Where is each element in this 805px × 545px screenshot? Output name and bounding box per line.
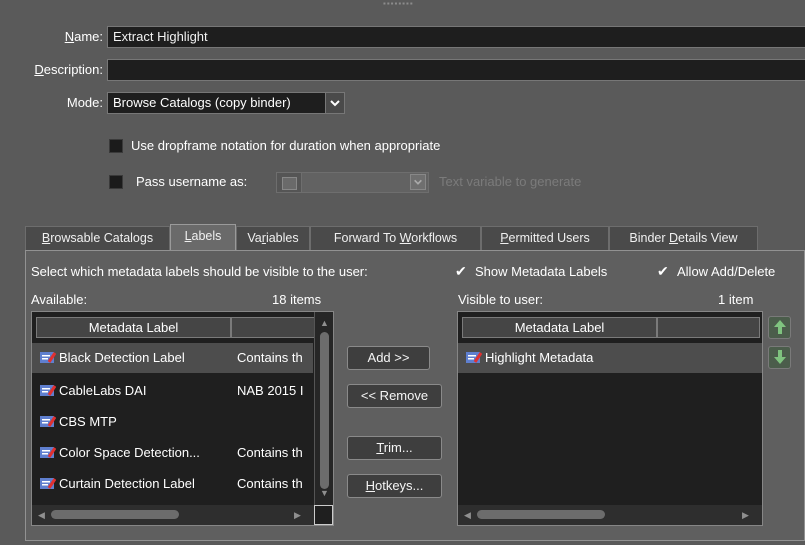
list-item-description: NAB 2015 I xyxy=(237,383,304,398)
move-down-button[interactable] xyxy=(768,346,791,369)
column-header-metadata-label[interactable]: Metadata Label xyxy=(462,317,657,338)
label-icon xyxy=(40,447,56,458)
allow-add-delete-checkbox[interactable]: ✔ xyxy=(657,264,669,278)
tab-binder-details-view[interactable]: Binder Details View xyxy=(609,226,758,250)
allow-add-delete-label: Allow Add/Delete xyxy=(677,264,776,279)
scroll-right-icon[interactable]: ▶ xyxy=(742,510,749,520)
show-metadata-checkbox[interactable]: ✔ xyxy=(455,264,467,278)
label-icon xyxy=(40,385,56,396)
list-item-label: Highlight Metadata xyxy=(485,350,594,365)
name-label: Name: xyxy=(64,29,103,44)
move-up-button[interactable] xyxy=(768,316,791,339)
list-icon xyxy=(282,177,297,190)
list-item-description: Contains th xyxy=(237,350,303,365)
visible-count: 1 item xyxy=(718,292,754,307)
labels-settings-window: { "form": { "name_label": "Name:", "name… xyxy=(0,0,805,545)
add-button[interactable]: Add >> xyxy=(347,346,430,370)
list-item[interactable]: CBS MTP xyxy=(32,407,313,437)
pass-username-checkbox[interactable] xyxy=(109,175,123,189)
show-metadata-label: Show Metadata Labels xyxy=(475,264,608,279)
visible-list[interactable]: Metadata Label Highlight Metadata ◀ ▶ xyxy=(457,311,763,526)
tab-forward-to-workflows[interactable]: Forward To Workflows xyxy=(310,226,481,250)
available-list[interactable]: Metadata Label Black Detection Label Con… xyxy=(31,311,334,526)
text-variable-hint: Text variable to generate xyxy=(439,174,582,189)
dropframe-checkbox[interactable] xyxy=(109,139,123,153)
available-label: Available: xyxy=(31,292,88,307)
scroll-thumb[interactable] xyxy=(477,510,605,519)
scroll-right-icon[interactable]: ▶ xyxy=(294,510,301,520)
mode-select-value: Browse Catalogs (copy binder) xyxy=(113,95,291,110)
tab-variables[interactable]: Variables xyxy=(236,226,310,250)
description-field[interactable] xyxy=(107,59,805,81)
list-item[interactable]: Black Detection Label Contains th xyxy=(32,343,313,373)
scroll-corner xyxy=(314,505,333,525)
column-header-metadata-label[interactable]: Metadata Label xyxy=(36,317,231,338)
visible-label: Visible to user: xyxy=(458,292,544,307)
scroll-thumb[interactable] xyxy=(51,510,179,519)
available-horizontal-scrollbar[interactable]: ◀ ▶ xyxy=(32,505,314,525)
scroll-down-icon[interactable]: ▼ xyxy=(320,488,329,498)
label-icon xyxy=(40,352,56,363)
remove-button[interactable]: << Remove xyxy=(347,384,442,408)
list-item[interactable]: CableLabs DAI NAB 2015 I xyxy=(32,376,313,406)
chevron-down-icon[interactable] xyxy=(410,174,426,190)
list-item-label: Color Space Detection... xyxy=(59,445,200,460)
arrow-up-icon xyxy=(773,320,786,334)
dropframe-label: Use dropframe notation for duration when… xyxy=(131,138,441,153)
label-icon xyxy=(466,352,482,363)
tab-permitted-users[interactable]: Permitted Users xyxy=(481,226,609,250)
list-item-label: Black Detection Label xyxy=(59,350,185,365)
list-item[interactable]: Highlight Metadata xyxy=(458,343,762,373)
list-item-label: CBS MTP xyxy=(59,414,117,429)
variable-type-icon-box[interactable] xyxy=(276,172,302,193)
label-icon xyxy=(40,478,56,489)
instruction-text: Select which metadata labels should be v… xyxy=(31,264,368,279)
variable-select[interactable] xyxy=(301,172,429,193)
list-item[interactable]: Color Space Detection... Contains th xyxy=(32,438,313,468)
scroll-thumb[interactable] xyxy=(320,332,329,489)
chevron-down-icon[interactable] xyxy=(325,93,344,113)
arrow-down-icon xyxy=(773,350,786,364)
available-count: 18 items xyxy=(272,292,322,307)
list-item-description: Contains th xyxy=(237,445,303,460)
scroll-left-icon[interactable]: ◀ xyxy=(464,510,471,520)
mode-select[interactable]: Browse Catalogs (copy binder) xyxy=(107,92,345,114)
trim-button[interactable]: Trim... xyxy=(347,436,442,460)
available-vertical-scrollbar[interactable]: ▲ ▼ xyxy=(314,312,333,505)
scroll-up-icon[interactable]: ▲ xyxy=(320,318,329,328)
column-header-description[interactable] xyxy=(231,317,315,338)
list-item-description: Contains th xyxy=(237,476,303,491)
description-label: Description: xyxy=(34,62,103,77)
list-item-label: Curtain Detection Label xyxy=(59,476,195,491)
pass-username-label: Pass username as: xyxy=(136,174,248,189)
list-item-label: CableLabs DAI xyxy=(59,383,147,398)
column-header-description[interactable] xyxy=(657,317,760,338)
visible-horizontal-scrollbar[interactable]: ◀ ▶ xyxy=(458,505,762,525)
scroll-left-icon[interactable]: ◀ xyxy=(38,510,45,520)
mode-label: Mode: xyxy=(66,95,103,110)
list-item[interactable]: Curtain Detection Label Contains th xyxy=(32,469,313,499)
tab-labels[interactable]: Labels xyxy=(170,224,236,251)
tab-browsable-catalogs[interactable]: Browsable Catalogs xyxy=(25,226,170,250)
hotkeys-button[interactable]: Hotkeys... xyxy=(347,474,442,498)
name-field[interactable]: Extract Highlight xyxy=(107,26,805,48)
resize-grip[interactable]: ▪▪▪▪▪▪▪▪ xyxy=(383,2,423,6)
label-icon xyxy=(40,416,56,427)
